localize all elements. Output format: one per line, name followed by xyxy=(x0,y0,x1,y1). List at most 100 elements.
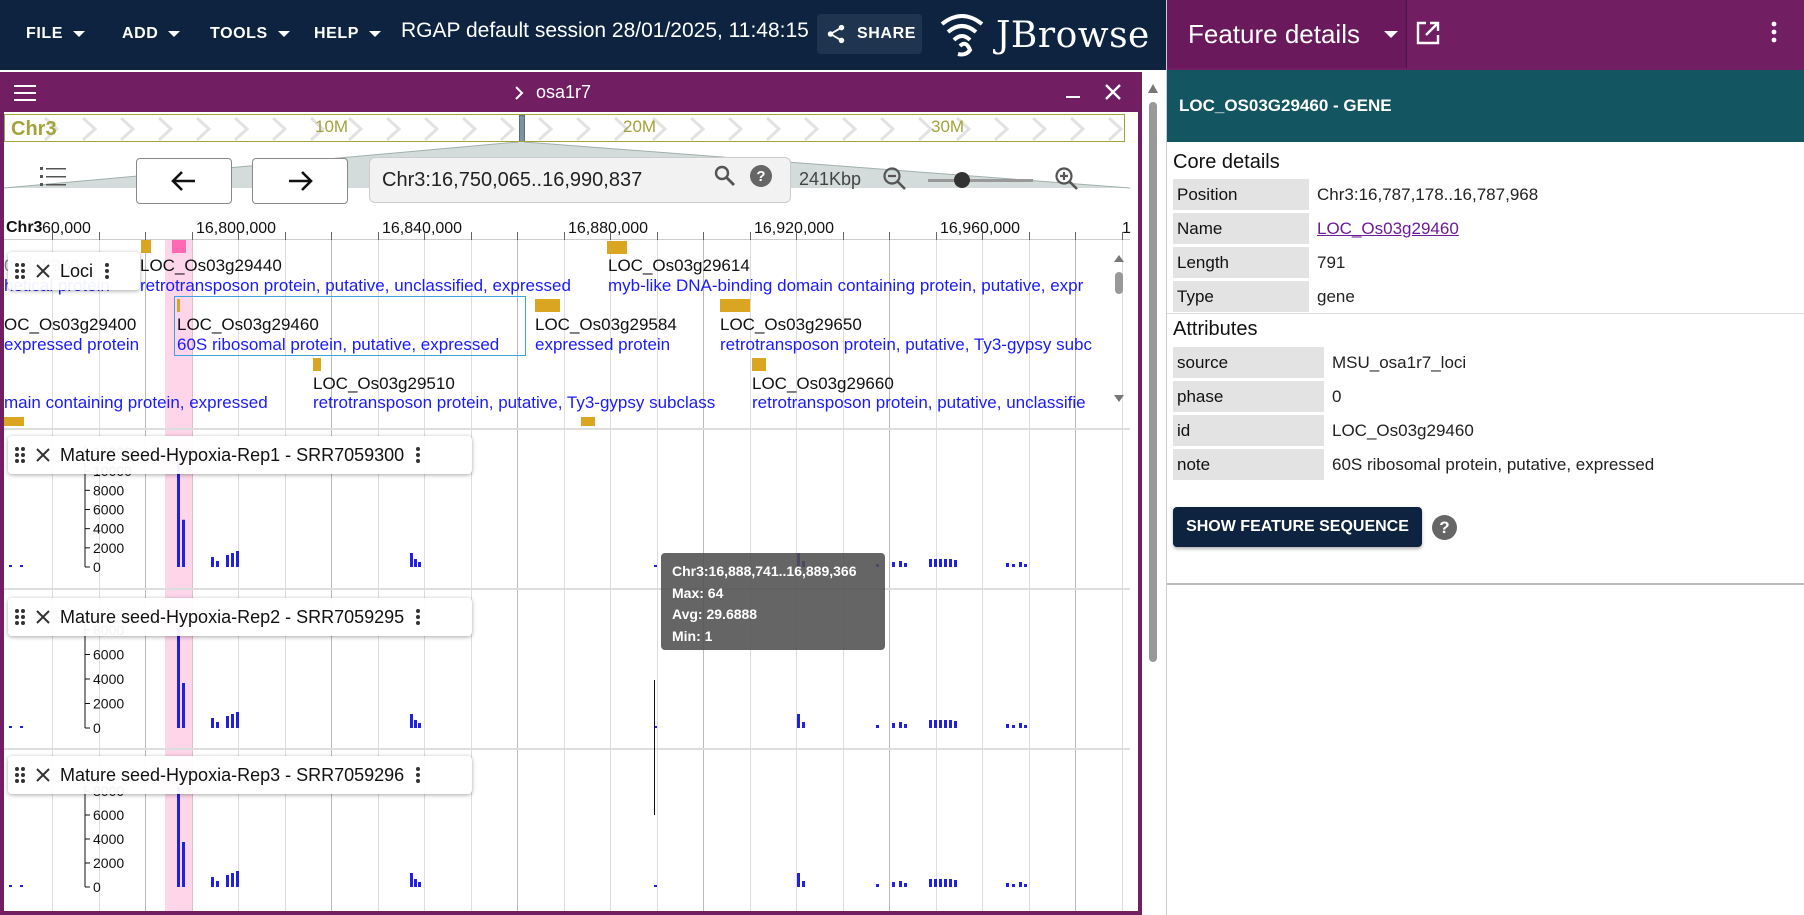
detail-value: Chr3:16,787,178..16,787,968 xyxy=(1317,184,1539,204)
coverage-track[interactable]: 80006000400020000 Mature seed-Hypoxia-Re… xyxy=(4,750,1130,911)
zoom-slider-track[interactable] xyxy=(928,179,1033,182)
close-track-icon[interactable] xyxy=(36,264,50,278)
coverage-bar xyxy=(236,712,239,728)
zoom-in-icon[interactable] xyxy=(1054,166,1080,192)
loci-track[interactable]: LOC_Os03g29440 03g29389 LOC_Os03g29614 h… xyxy=(4,240,1130,428)
more-vert-icon[interactable] xyxy=(416,608,421,626)
zoom-slider-thumb[interactable] xyxy=(954,172,970,188)
show-feature-sequence-button[interactable]: SHOW FEATURE SEQUENCE xyxy=(1173,507,1422,547)
help-icon[interactable]: ? xyxy=(749,164,773,188)
feature-glyph[interactable] xyxy=(535,299,560,312)
search-icon[interactable] xyxy=(714,165,736,187)
close-track-icon[interactable] xyxy=(36,768,50,782)
ruler-mark xyxy=(796,232,797,240)
detail-key: Length xyxy=(1173,247,1309,278)
y-axis-tick-label: 0 xyxy=(93,559,101,575)
feature-glyph[interactable] xyxy=(581,417,595,426)
ruler-mark xyxy=(52,232,53,240)
y-axis-tick-label: 0 xyxy=(93,720,101,736)
feature-name-link[interactable]: LOC_Os03g29460 xyxy=(1309,219,1459,239)
feature-name[interactable]: OC_Os03g29400 xyxy=(4,315,136,335)
view-name[interactable]: osa1r7 xyxy=(514,82,591,103)
coverage-bar xyxy=(954,721,957,728)
minimize-icon[interactable] xyxy=(1066,96,1080,98)
feature-name[interactable]: LOC_Os03g29614 xyxy=(608,256,750,276)
feature-glyph[interactable] xyxy=(752,358,766,371)
add-menu[interactable]: ADD xyxy=(122,22,181,46)
feature-description[interactable]: myb-like DNA-binding domain containing p… xyxy=(608,276,1083,296)
more-vert-icon[interactable] xyxy=(1771,20,1777,44)
drag-handle-icon[interactable] xyxy=(14,766,26,784)
feature-name[interactable]: LOC_Os03g29510 xyxy=(313,374,455,394)
selected-feature-outline[interactable] xyxy=(174,296,526,356)
feature-glyph[interactable] xyxy=(313,358,321,371)
loci-track-scrollbar[interactable] xyxy=(1112,254,1126,404)
overview-viewport-marker[interactable] xyxy=(519,115,525,141)
main-scrollbar[interactable] xyxy=(1146,80,1160,915)
feature-description[interactable]: retrotransposon protein, putative, Ty3-g… xyxy=(313,393,715,413)
overview-scalebar[interactable]: Chr3 10M 20M 30M xyxy=(4,114,1125,142)
feature-description[interactable]: expressed protein xyxy=(4,335,139,355)
coverage-bar xyxy=(944,720,947,728)
help-menu[interactable]: HELP xyxy=(314,22,382,46)
view-header: osa1r7 xyxy=(4,72,1138,112)
feature-glyph[interactable] xyxy=(4,417,24,426)
track-list-icon[interactable] xyxy=(40,164,66,190)
feature-glyph[interactable] xyxy=(141,240,151,253)
feature-description[interactable]: expressed protein xyxy=(535,335,670,355)
drawer-widget-select[interactable]: Feature details xyxy=(1167,0,1407,68)
coverage-bar xyxy=(892,882,895,887)
coverage-track[interactable]: 120001000080006000400020000 Mature seed-… xyxy=(4,430,1130,588)
coverage-bar xyxy=(20,885,23,887)
drag-handle-icon[interactable] xyxy=(14,262,26,280)
hamburger-menu-icon[interactable] xyxy=(14,84,36,102)
feature-description[interactable]: main containing protein, expressed xyxy=(4,393,268,413)
session-title[interactable]: RGAP default session 28/01/2025, 11:48:1… xyxy=(401,19,809,43)
feature-description[interactable]: retrotransposon protein, putative, uncla… xyxy=(140,276,571,296)
pan-right-button[interactable] xyxy=(252,158,348,204)
feature-glyph[interactable] xyxy=(607,241,627,254)
feature-name[interactable]: LOC_Os03g29650 xyxy=(720,315,862,335)
coverage-bar xyxy=(954,560,957,567)
jbrowse-logo: JBrowse xyxy=(936,10,1150,60)
overview-chevron xyxy=(993,116,1010,141)
attribute-row-phase: phase 0 xyxy=(1173,380,1341,413)
more-vert-icon[interactable] xyxy=(416,766,421,784)
overview-chevron xyxy=(499,116,516,141)
feature-name[interactable]: LOC_Os03g29584 xyxy=(535,315,677,335)
coverage-bar xyxy=(226,875,229,887)
coverage-track[interactable]: 80006000400020000 Mature seed-Hypoxia-Re… xyxy=(4,590,1130,748)
zoom-out-icon[interactable] xyxy=(882,166,908,192)
more-vert-icon[interactable] xyxy=(416,446,421,464)
coverage-bar xyxy=(1024,884,1027,887)
attribute-row-source: source MSU_osa1r7_loci xyxy=(1173,346,1466,379)
coverage-bar xyxy=(9,726,12,728)
close-track-icon[interactable] xyxy=(36,448,50,462)
view-toolbar: Chr3:16,750,065..16,990,837 ? 241Kbp xyxy=(4,152,1130,208)
ruler-mark xyxy=(470,232,472,240)
coordinate-ruler[interactable]: 60,000 Chr3 16,800,000 16,840,000 16,880… xyxy=(4,214,1131,240)
help-icon[interactable]: ? xyxy=(1431,514,1458,541)
more-vert-icon[interactable] xyxy=(105,262,110,280)
pan-left-button[interactable] xyxy=(136,158,232,204)
close-icon[interactable] xyxy=(1104,83,1122,101)
feature-description[interactable]: retrotransposon protein, putative, Ty3-g… xyxy=(720,335,1092,355)
y-axis-tick-label: 6000 xyxy=(93,502,124,518)
feature-glyph[interactable] xyxy=(172,240,186,253)
close-track-icon[interactable] xyxy=(36,610,50,624)
open-in-new-icon[interactable] xyxy=(1415,20,1441,46)
jbrowse-logo-icon xyxy=(940,14,984,57)
feature-glyph[interactable] xyxy=(720,299,750,312)
ruler-tick-label: 16,800,000 xyxy=(196,220,277,237)
drag-handle-icon[interactable] xyxy=(14,608,26,626)
feature-name[interactable]: LOC_Os03g29440 xyxy=(140,256,282,276)
feature-description[interactable]: retrotransposon protein, putative, uncla… xyxy=(752,393,1086,413)
file-menu[interactable]: FILE xyxy=(26,22,86,46)
ruler-tick-label: 16,960,000 xyxy=(940,220,1021,237)
share-button[interactable]: SHARE xyxy=(817,14,922,54)
ruler-mark xyxy=(563,232,565,240)
tools-menu[interactable]: TOOLS xyxy=(210,22,290,46)
feature-name[interactable]: LOC_Os03g29660 xyxy=(752,374,894,394)
ruler-mark xyxy=(238,232,239,240)
drag-handle-icon[interactable] xyxy=(14,446,26,464)
